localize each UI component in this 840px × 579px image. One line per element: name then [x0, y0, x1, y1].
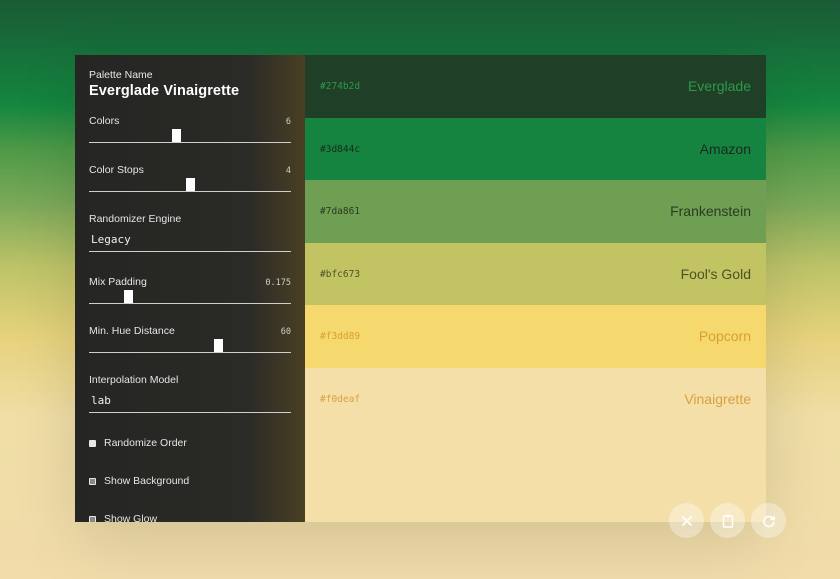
- swatch-hex[interactable]: #f0deaf: [320, 394, 360, 405]
- randomizer-engine-label: Randomizer Engine: [89, 213, 182, 225]
- colors-value: 6: [285, 117, 291, 127]
- colors-label: Colors: [89, 115, 120, 127]
- hue-distance-label: Min. Hue Distance: [89, 325, 175, 337]
- show-background-checkbox[interactable]: Show Background: [89, 475, 189, 487]
- mix-padding-control: Mix Padding 0.175: [89, 276, 291, 306]
- color-stops-control: Color Stops 4: [89, 164, 291, 194]
- interpolation-model-control: Interpolation Model lab: [89, 374, 291, 414]
- mix-padding-slider-thumb[interactable]: [124, 290, 133, 303]
- show-background-label: Show Background: [104, 475, 190, 487]
- hue-distance-slider-thumb[interactable]: [214, 339, 223, 352]
- randomizer-engine-select[interactable]: Legacy: [91, 233, 131, 246]
- randomizer-engine-control: Randomizer Engine Legacy: [89, 213, 291, 253]
- swatch-name: Vinaigrette: [684, 390, 751, 407]
- interpolation-model-label: Interpolation Model: [89, 374, 179, 386]
- close-icon: [681, 515, 692, 526]
- swatch-hex[interactable]: #3d844c: [320, 144, 360, 155]
- clipboard-icon: [722, 514, 733, 528]
- swatch-row[interactable]: #bfc673 Fool's Gold: [305, 242, 766, 306]
- swatch-row[interactable]: #274b2d Everglade: [305, 55, 766, 118]
- mix-padding-label: Mix Padding: [89, 276, 147, 288]
- swatch-name: Everglade: [687, 78, 751, 94]
- swatch-name: Fool's Gold: [680, 265, 751, 282]
- swatch-hex[interactable]: #7da861: [320, 206, 360, 217]
- palette-name-label: Palette Name: [89, 69, 153, 81]
- randomizer-engine-underline: [89, 251, 291, 252]
- interpolation-model-select[interactable]: lab: [91, 394, 111, 407]
- show-glow-checkbox[interactable]: Show Glow: [89, 513, 157, 522]
- swatch-row[interactable]: #f0deaf Vinaigrette: [305, 367, 766, 522]
- copy-button[interactable]: [710, 503, 745, 538]
- close-button[interactable]: [669, 503, 704, 538]
- palette-app: Palette Name Everglade Vinaigrette Color…: [75, 55, 766, 522]
- color-stops-slider-thumb[interactable]: [186, 178, 195, 191]
- hue-distance-value: 60: [280, 327, 291, 337]
- settings-panel: Palette Name Everglade Vinaigrette Color…: [75, 55, 305, 522]
- hue-distance-control: Min. Hue Distance 60: [89, 325, 291, 355]
- swatch-hex[interactable]: #f3dd89: [320, 331, 360, 342]
- swatch-name: Popcorn: [698, 328, 751, 345]
- mix-padding-slider-track[interactable]: [89, 303, 291, 304]
- swatch-row[interactable]: #3d844c Amazon: [305, 117, 766, 181]
- color-stops-value: 4: [285, 166, 291, 176]
- swatch-list: #274b2d Everglade #3d844c Amazon #7da861…: [305, 55, 766, 522]
- checkbox-box[interactable]: [89, 439, 96, 447]
- color-stops-label: Color Stops: [89, 164, 144, 176]
- refresh-button[interactable]: [751, 503, 786, 538]
- palette-name[interactable]: Everglade Vinaigrette: [89, 83, 239, 99]
- hue-distance-slider-track[interactable]: [89, 352, 291, 353]
- mix-padding-value: 0.175: [265, 278, 291, 288]
- swatch-hex[interactable]: #bfc673: [320, 269, 360, 280]
- colors-slider-thumb[interactable]: [172, 129, 181, 142]
- randomize-order-label: Randomize Order: [104, 437, 187, 449]
- checkbox-box[interactable]: [89, 515, 96, 522]
- colors-slider-track[interactable]: [89, 142, 291, 143]
- colors-control: Colors 6: [89, 115, 291, 145]
- randomize-order-checkbox[interactable]: Randomize Order: [89, 437, 187, 449]
- checkbox-box[interactable]: [89, 477, 96, 485]
- show-glow-label: Show Glow: [104, 513, 158, 522]
- interpolation-model-underline: [89, 412, 291, 413]
- swatch-row[interactable]: #7da861 Frankenstein: [305, 180, 766, 243]
- swatch-row[interactable]: #f3dd89 Popcorn: [305, 305, 766, 368]
- color-stops-slider-track[interactable]: [89, 191, 291, 192]
- swatch-name: Frankenstein: [670, 203, 751, 220]
- swatch-name: Amazon: [699, 140, 751, 157]
- refresh-icon: [762, 515, 775, 527]
- swatch-hex[interactable]: #274b2d: [320, 81, 360, 92]
